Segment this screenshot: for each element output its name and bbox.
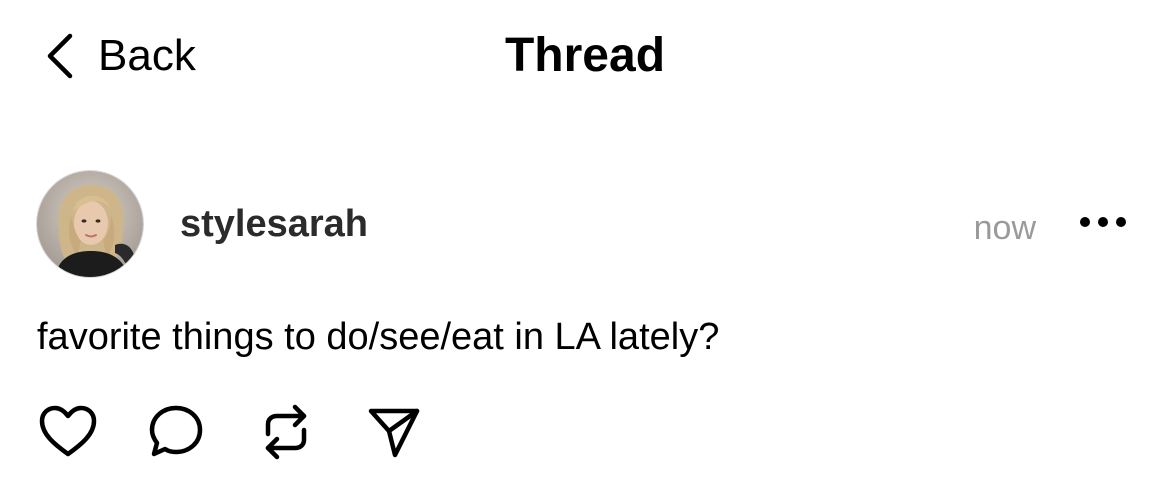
- repost-icon[interactable]: [254, 400, 318, 464]
- avatar[interactable]: [36, 170, 144, 278]
- thread-post: stylesarah now favorite things to do/see…: [0, 160, 1170, 480]
- post-actions: [36, 400, 456, 464]
- comment-icon[interactable]: [144, 400, 208, 464]
- timestamp: now: [973, 209, 1036, 247]
- dot: [1116, 217, 1126, 227]
- dot: [1098, 217, 1108, 227]
- back-label: Back: [98, 31, 196, 80]
- navigation-header: Back Thread: [0, 0, 1170, 120]
- heart-icon[interactable]: [36, 400, 100, 464]
- back-button[interactable]: Back: [44, 28, 196, 84]
- more-options-icon[interactable]: [1080, 212, 1126, 232]
- username[interactable]: stylesarah: [180, 200, 368, 248]
- dot: [1080, 217, 1090, 227]
- chevron-left-icon: [44, 28, 78, 84]
- share-icon[interactable]: [362, 400, 426, 464]
- post-text: favorite things to do/see/eat in LA late…: [37, 316, 720, 358]
